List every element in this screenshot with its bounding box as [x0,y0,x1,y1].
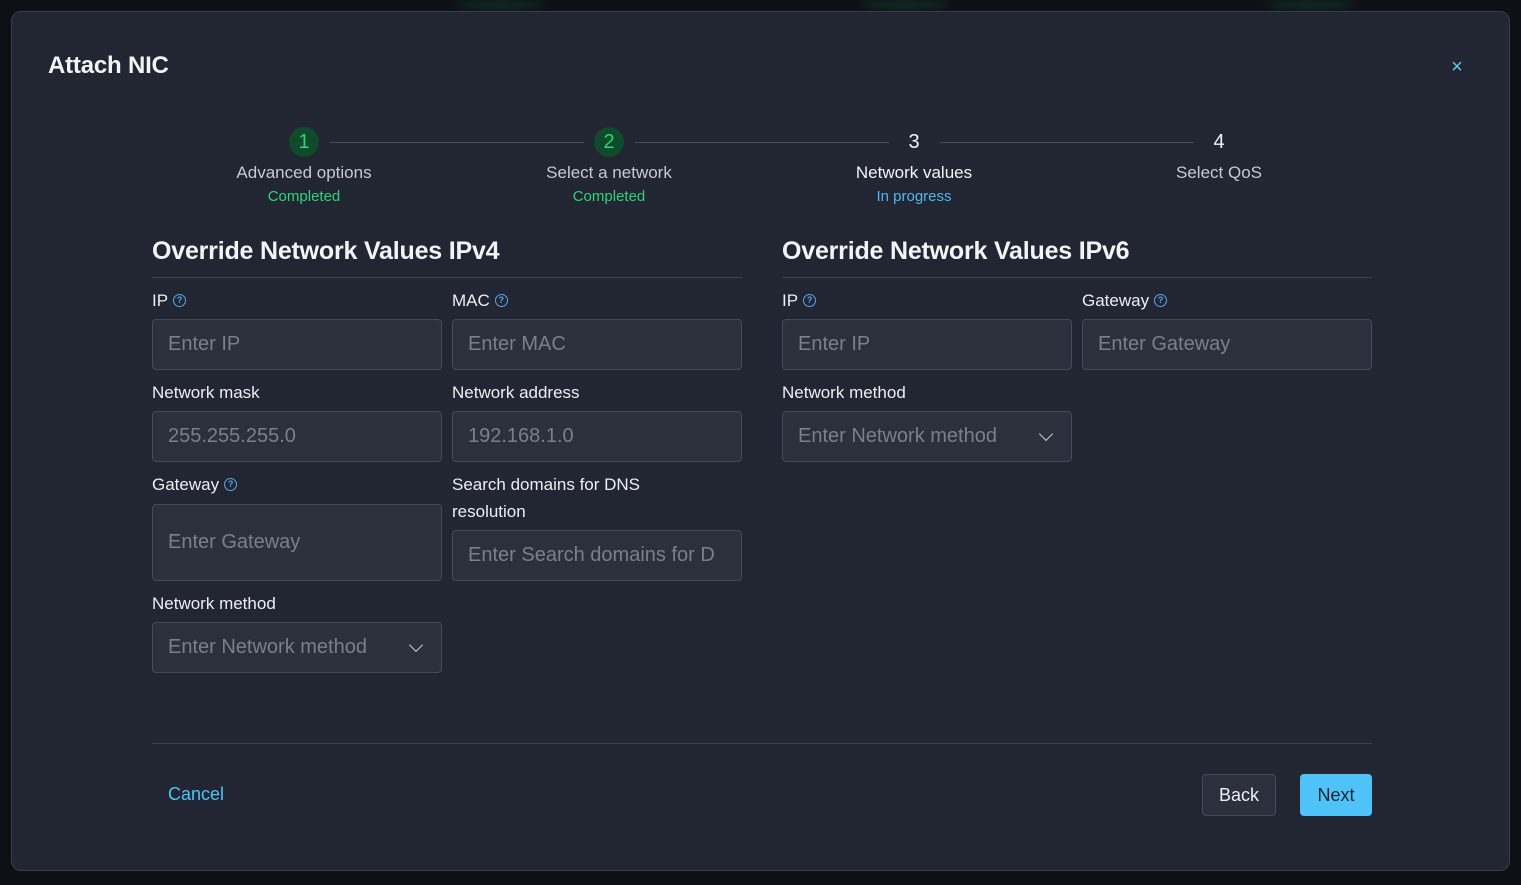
label-text: IP [782,291,799,310]
modal-title: Attach NIC [48,52,169,79]
ipv4-ip-label: IP? [152,287,187,314]
ipv4-mac-label: MAC? [452,287,508,314]
ipv4-mac-input[interactable] [452,319,742,370]
step-name: Network values [855,163,973,182]
step-status: In progress [876,188,952,205]
step-status: Completed [572,188,646,205]
ipv6-section-title: Override Network Values IPv6 [782,237,1130,265]
next-button[interactable]: Next [1300,774,1372,816]
back-button[interactable]: Back [1202,774,1276,816]
ipv4-gateway-label: Gateway? [152,471,238,498]
ipv4-method-label: Network method [152,594,276,613]
question-circle-icon[interactable]: ? [173,294,187,308]
label-text: Gateway [152,475,220,494]
step-name: Select a network [546,163,672,182]
ipv4-netaddr-input[interactable] [452,411,742,462]
ipv6-ip-input[interactable] [782,319,1072,370]
ipv4-netmask-label: Network mask [152,383,260,402]
ipv4-netmask-input[interactable] [152,411,442,462]
ipv4-dns-label: Search domains for DNS resolution [452,475,641,521]
label-text: IP [152,291,169,310]
backdrop-glow [455,0,545,10]
select-placeholder: Enter Network method [798,425,997,447]
step-network-values[interactable]: 3 Network values In progress [814,127,1014,205]
question-circle-icon[interactable]: ? [1154,294,1168,308]
cancel-button[interactable]: Cancel [152,776,240,813]
question-circle-icon[interactable]: ? [494,294,508,308]
attach-nic-modal: Attach NIC × 1 Advanced options Complete… [11,11,1510,871]
ipv4-section-title: Override Network Values IPv4 [152,237,500,265]
ipv6-gateway-input[interactable] [1082,319,1372,370]
chevron-down-icon [1038,426,1054,441]
ipv6-method-select[interactable]: Enter Network method [782,411,1072,462]
label-text: Gateway [1082,291,1150,310]
ipv6-gateway-label: Gateway? [1082,287,1168,314]
step-name: Select QoS [1176,163,1262,182]
ipv4-method-select[interactable]: Enter Network method [152,622,442,673]
step-number: 2 [594,127,624,157]
step-advanced-options[interactable]: 1 Advanced options Completed [204,127,404,205]
step-select-qos[interactable]: 4 Select QoS [1119,127,1319,183]
label-text: MAC [452,291,490,310]
ipv4-dns-input[interactable] [452,530,742,581]
backdrop-glow [1265,0,1355,10]
step-number: 1 [289,127,319,157]
step-status: Completed [267,188,341,205]
backdrop-glow [860,0,950,10]
ipv6-method-label: Network method [782,383,906,402]
ipv4-netaddr-label: Network address [452,383,580,402]
question-circle-icon[interactable]: ? [224,478,238,492]
ipv4-gateway-input[interactable] [152,504,442,581]
footer-divider [152,743,1372,744]
step-name: Advanced options [236,163,372,182]
question-circle-icon[interactable]: ? [803,294,817,308]
ipv4-ip-input[interactable] [152,319,442,370]
step-number: 4 [1213,131,1225,153]
close-icon[interactable]: × [1446,56,1468,78]
ipv6-ip-label: IP? [782,287,817,314]
divider [782,277,1372,278]
divider [152,277,742,278]
step-number: 3 [908,131,920,153]
select-placeholder: Enter Network method [168,636,367,658]
step-select-network[interactable]: 2 Select a network Completed [509,127,709,205]
chevron-down-icon [408,637,424,652]
